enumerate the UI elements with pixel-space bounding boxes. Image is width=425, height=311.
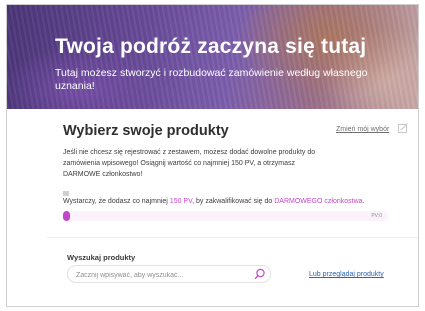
change-selection-link[interactable]: Zmień mój wybór	[336, 126, 389, 133]
qualify-middle: , by zakwalifikować się do	[192, 198, 275, 205]
pv-target: 150 PV	[169, 198, 193, 205]
qualify-text: Wystarczy, że dodasz co najmniej 150 PV,…	[63, 198, 403, 205]
pv-progress-fill	[63, 211, 70, 221]
section-divider	[47, 237, 418, 238]
hero-subtitle: Tutaj możesz stworzyć i rozbudować zamów…	[55, 67, 368, 92]
qualify-prefix: Wystarczy, że dodasz co najmniej	[63, 198, 170, 205]
hero-title: Twoja podróż zaczyna się tutaj	[55, 35, 367, 58]
products-card: Wybierz swoje produkty Zmień mój wybór J…	[47, 109, 418, 306]
pv-progress-bar: PV:0	[63, 211, 388, 221]
search-input[interactable]	[76, 270, 246, 280]
edit-icon[interactable]	[398, 123, 408, 133]
search-icon[interactable]	[254, 268, 266, 280]
free-membership: DARMOWEGO członkostwa	[274, 198, 363, 205]
intro-text: Jeśli nie chcesz się rejestrować z zesta…	[63, 149, 316, 178]
pv-progress-label: PV:0	[371, 213, 382, 219]
qualify-suffix: .	[362, 198, 365, 205]
search-label: Wyszukaj produkty	[67, 253, 136, 262]
page-frame: Twoja podróż zaczyna się tutaj Tutaj moż…	[6, 4, 419, 307]
browse-products-link[interactable]: Lub przeglądaj produkty	[309, 271, 384, 278]
info-icon	[63, 191, 69, 196]
section-title: Wybierz swoje produkty	[63, 123, 229, 139]
search-box	[67, 265, 271, 283]
